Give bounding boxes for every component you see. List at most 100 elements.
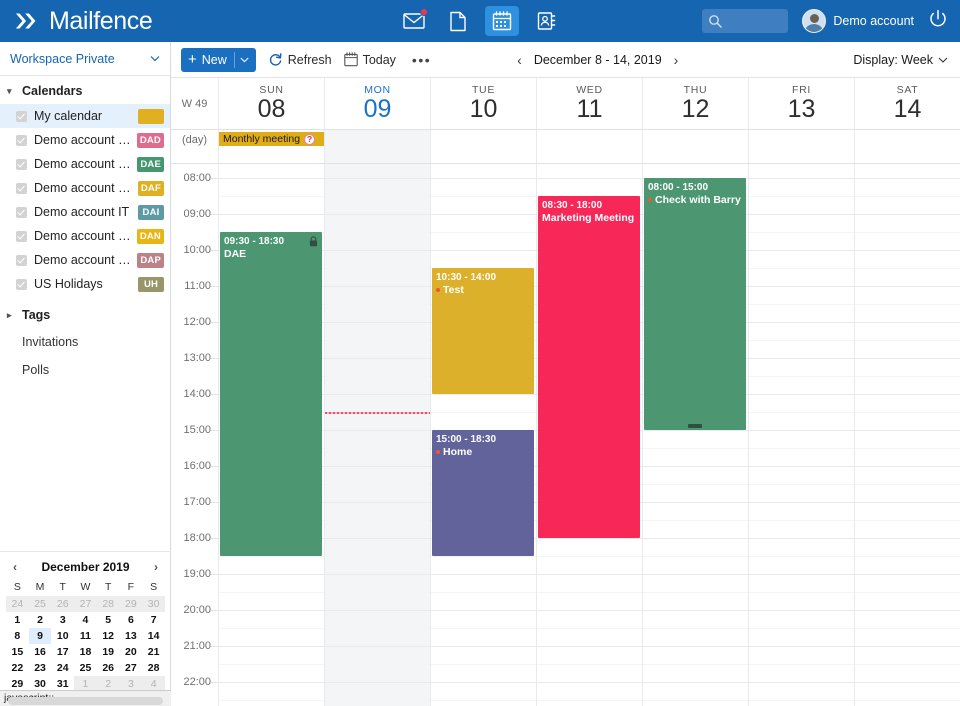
mini-calendar-day[interactable]: 28	[96, 596, 120, 612]
all-day-cell[interactable]: Monthly meeting?	[218, 130, 324, 163]
all-day-event[interactable]: Monthly meeting?	[219, 132, 324, 146]
calendar-color-badge[interactable]: DAI	[138, 204, 164, 220]
mini-calendar-day[interactable]: 26	[51, 596, 75, 612]
mini-calendar-day[interactable]: 19	[97, 644, 120, 660]
day-column-thu[interactable]: 08:00 - 15:00 Check with Barry	[642, 164, 748, 706]
calendar-event[interactable]: 10:30 - 14:00 Test	[432, 268, 534, 394]
calendar-list-item[interactable]: Demo account IT DAI	[0, 200, 170, 224]
day-column-fri[interactable]	[748, 164, 854, 706]
all-day-cell[interactable]	[430, 130, 536, 163]
mini-calendar-day[interactable]: 7	[142, 612, 165, 628]
mini-calendar-day[interactable]: 8	[6, 628, 29, 644]
calendar-event[interactable]: 08:00 - 15:00 Check with Barry	[644, 178, 746, 430]
mini-prev-month-button[interactable]: ‹	[10, 560, 20, 574]
calendar-color-badge[interactable]: DAN	[136, 228, 164, 244]
all-day-cell[interactable]	[324, 130, 430, 163]
mini-calendar-day[interactable]: 11	[74, 628, 97, 644]
calendar-event[interactable]: 15:00 - 18:30 Home	[432, 430, 534, 556]
mini-calendar-day[interactable]: 29	[119, 596, 143, 612]
workspace-selector[interactable]: Workspace Private	[0, 42, 170, 76]
new-event-button[interactable]: + New	[181, 47, 256, 72]
refresh-button[interactable]: Refresh	[268, 52, 332, 67]
calendars-section-header[interactable]: ▾ Calendars	[0, 76, 170, 104]
calendar-list-item[interactable]: Demo account NL DAN	[0, 224, 170, 248]
day-header-wed[interactable]: WED 11	[536, 78, 642, 129]
all-day-cell[interactable]	[748, 130, 854, 163]
contacts-nav-button[interactable]	[529, 6, 563, 36]
sidebar-link-invitations[interactable]: Invitations	[0, 328, 170, 356]
mini-calendar-day[interactable]: 4	[74, 612, 97, 628]
calendar-event[interactable]: 09:30 - 18:30 DAE	[220, 232, 322, 556]
mini-calendar-day[interactable]: 25	[74, 660, 97, 676]
day-header-tue[interactable]: TUE 10	[430, 78, 536, 129]
calendar-color-badge[interactable]	[138, 108, 164, 124]
mini-calendar-day[interactable]: 12	[97, 628, 120, 644]
calendar-list-item[interactable]: Demo account DE DAD	[0, 128, 170, 152]
documents-nav-button[interactable]	[441, 6, 475, 36]
mini-calendar-day[interactable]: 15	[6, 644, 29, 660]
mini-calendar-day[interactable]: 25	[28, 596, 52, 612]
sidebar-link-polls[interactable]: Polls	[0, 356, 170, 384]
calendar-color-badge[interactable]: DAE	[137, 156, 164, 172]
mini-calendar-day[interactable]: 16	[29, 644, 52, 660]
calendar-list-item[interactable]: My calendar	[0, 104, 170, 128]
day-header-thu[interactable]: THU 12	[642, 78, 748, 129]
day-header-fri[interactable]: FRI 13	[748, 78, 854, 129]
calendar-checkbox[interactable]	[16, 278, 27, 290]
mini-calendar-day[interactable]: 1	[6, 612, 29, 628]
calendar-checkbox[interactable]	[16, 182, 27, 194]
mini-calendar-day[interactable]: 13	[120, 628, 143, 644]
mini-calendar-day[interactable]: 3	[51, 612, 74, 628]
mini-calendar-day[interactable]: 24	[51, 660, 74, 676]
mini-calendar-day[interactable]: 17	[51, 644, 74, 660]
day-column-sat[interactable]	[854, 164, 960, 706]
more-options-button[interactable]: •••	[408, 52, 435, 68]
mini-calendar-day[interactable]: 21	[142, 644, 165, 660]
day-header-mon[interactable]: MON 09	[324, 78, 430, 129]
day-column-mon[interactable]	[324, 164, 430, 706]
mini-calendar-day[interactable]: 23	[29, 660, 52, 676]
brand-logo[interactable]: Mailfence	[0, 8, 153, 34]
mini-calendar-day[interactable]: 2	[29, 612, 52, 628]
calendar-color-badge[interactable]: DAD	[136, 132, 164, 148]
calendar-list-item[interactable]: Demo account FR DAF	[0, 176, 170, 200]
day-column-tue[interactable]: 10:30 - 14:00 Test 15:00 - 18:30 Home	[430, 164, 536, 706]
calendar-checkbox[interactable]	[16, 206, 27, 218]
all-day-cell[interactable]	[642, 130, 748, 163]
calendar-checkbox[interactable]	[16, 254, 27, 266]
logout-button[interactable]	[928, 9, 948, 34]
calendar-checkbox[interactable]	[16, 158, 27, 170]
mini-calendar-day[interactable]: 24	[6, 596, 29, 612]
search-input[interactable]	[702, 9, 789, 33]
calendar-list-item[interactable]: US Holidays UH	[0, 272, 170, 296]
tags-section-header[interactable]: ▸ Tags	[0, 296, 170, 328]
calendar-list-item[interactable]: Demo account PT DAP	[0, 248, 170, 272]
calendar-checkbox[interactable]	[16, 110, 27, 122]
calendar-checkbox[interactable]	[16, 230, 27, 242]
calendar-checkbox[interactable]	[16, 134, 27, 146]
calendar-list-item[interactable]: Demo account ES DAE	[0, 152, 170, 176]
today-button[interactable]: Today	[343, 52, 396, 67]
mail-nav-button[interactable]	[397, 6, 431, 36]
calendar-color-badge[interactable]: UH	[138, 276, 164, 292]
all-day-cell[interactable]	[536, 130, 642, 163]
mini-calendar-day[interactable]: 22	[6, 660, 29, 676]
mini-calendar-day[interactable]: 27	[74, 596, 97, 612]
calendar-color-badge[interactable]: DAP	[137, 252, 164, 268]
previous-week-button[interactable]: ‹	[505, 52, 534, 68]
calendar-grid-scroll[interactable]: 08:00 09:00 10:00 11:00 12:00 13:00 14:00 15:00…	[171, 164, 960, 706]
calendar-nav-button[interactable]	[485, 6, 519, 36]
next-week-button[interactable]: ›	[662, 52, 691, 68]
mini-calendar-day[interactable]: 5	[97, 612, 120, 628]
calendar-event[interactable]: 08:30 - 18:00 Marketing Meeting	[538, 196, 640, 538]
mini-calendar-day[interactable]: 9	[28, 628, 52, 644]
mini-calendar-day[interactable]: 10	[51, 628, 74, 644]
day-header-sat[interactable]: SAT 14	[854, 78, 960, 129]
all-day-cell[interactable]	[854, 130, 960, 163]
event-resize-handle[interactable]	[688, 424, 702, 428]
day-column-wed[interactable]: 08:30 - 18:00 Marketing Meeting	[536, 164, 642, 706]
mini-calendar-day[interactable]: 27	[120, 660, 143, 676]
display-mode-selector[interactable]: Display: Week	[853, 53, 948, 67]
day-header-sun[interactable]: SUN 08	[218, 78, 324, 129]
mini-calendar-day[interactable]: 6	[120, 612, 143, 628]
